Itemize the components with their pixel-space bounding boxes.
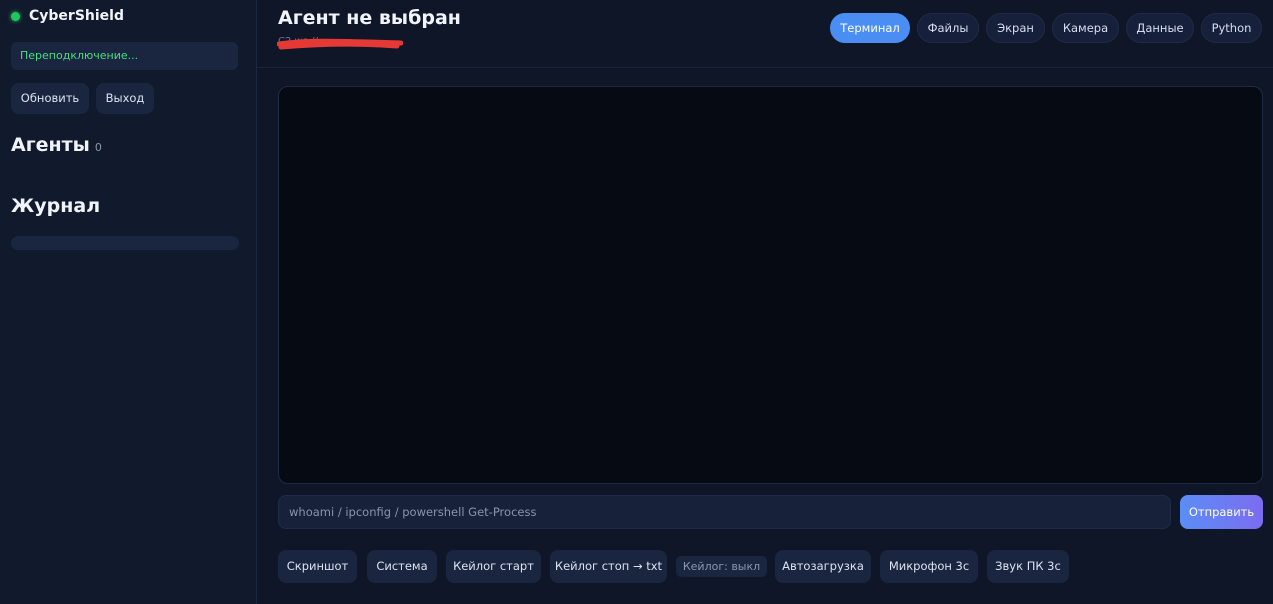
- tab-terminal[interactable]: Терминал: [830, 13, 910, 43]
- tab-screen[interactable]: Экран: [986, 13, 1045, 43]
- agents-count: 0: [94, 141, 102, 154]
- system-button[interactable]: Система: [367, 550, 437, 583]
- keylog-status-badge: Кейлог: выкл: [676, 556, 767, 577]
- header: Агент не выбран C2 ws://: [257, 0, 1273, 68]
- terminal-output[interactable]: [278, 86, 1263, 484]
- connection-status-dot-icon: [11, 11, 20, 21]
- logout-button[interactable]: Выход: [96, 83, 154, 114]
- autostart-button[interactable]: Автозагрузка: [775, 550, 871, 583]
- brand-name: CyberShield: [29, 8, 124, 24]
- mic-record-button[interactable]: Микрофон 3с: [880, 550, 978, 583]
- tab-python[interactable]: Python: [1201, 13, 1262, 43]
- command-input[interactable]: [278, 495, 1171, 529]
- connection-status: Переподключение...: [11, 42, 238, 70]
- pc-sound-record-button[interactable]: Звук ПК 3с: [987, 550, 1069, 583]
- log-panel: [11, 236, 239, 250]
- screenshot-button[interactable]: Скриншот: [278, 550, 357, 583]
- brand: CyberShield: [11, 6, 124, 26]
- send-button[interactable]: Отправить: [1180, 495, 1263, 529]
- keylog-start-button[interactable]: Кейлог старт: [446, 550, 541, 583]
- log-heading: Журнал: [11, 195, 101, 217]
- tab-files[interactable]: Файлы: [917, 13, 979, 43]
- tab-data[interactable]: Данные: [1126, 13, 1194, 43]
- tab-camera[interactable]: Камера: [1052, 13, 1119, 43]
- agents-title: Агенты: [11, 134, 90, 156]
- refresh-button[interactable]: Обновить: [11, 83, 89, 114]
- redaction-scribble-icon: [277, 38, 403, 50]
- sidebar: CyberShield Переподключение... Обновить …: [0, 0, 257, 604]
- agents-heading: Агенты 0: [11, 134, 102, 156]
- keylog-stop-button[interactable]: Кейлог стоп → txt: [550, 550, 667, 583]
- page-title: Агент не выбран: [278, 7, 461, 29]
